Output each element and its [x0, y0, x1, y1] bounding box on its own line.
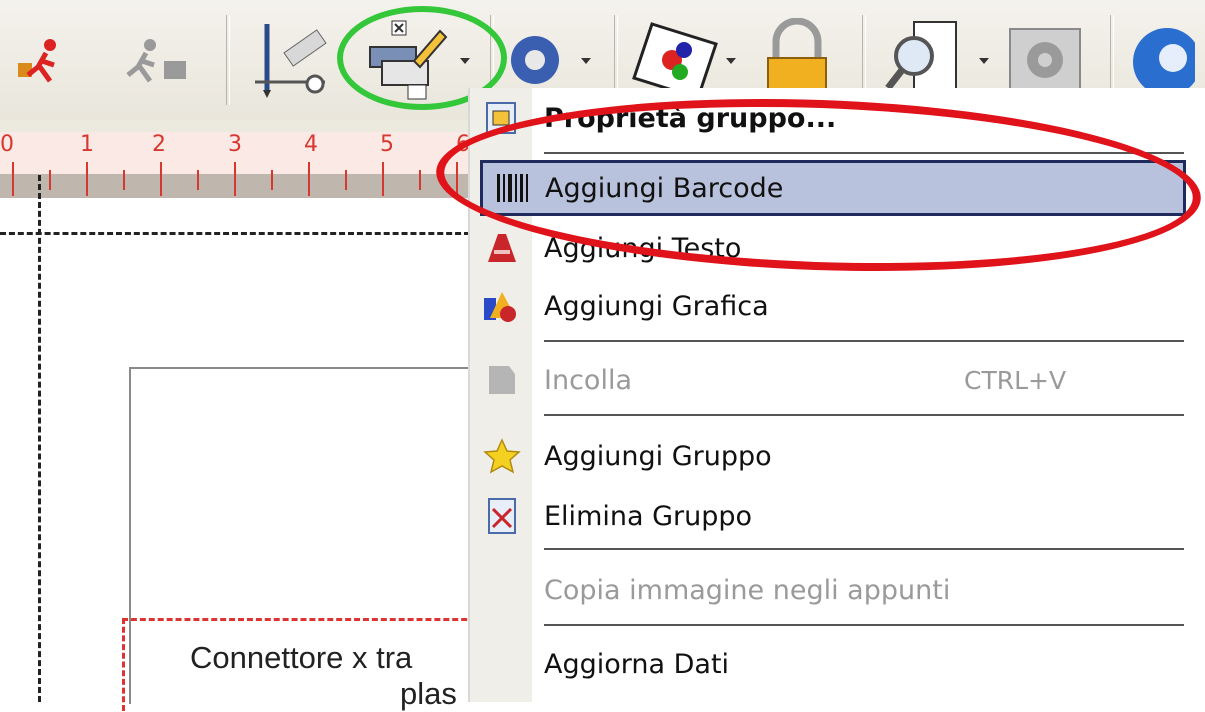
menu-icon-placeholder	[472, 562, 532, 618]
menu-separator	[544, 414, 1184, 416]
ruler-number: 5	[380, 132, 394, 157]
run-disabled-icon	[120, 15, 190, 105]
toolbar-separator	[226, 15, 230, 105]
menu-item-refresh-data[interactable]: Aggiorna Dati	[472, 636, 1187, 692]
menu-item-label: Incolla	[544, 364, 632, 396]
ruler-tick	[123, 170, 125, 190]
canvas-text-line2[interactable]: plas	[400, 676, 457, 712]
menu-item-add-graphic[interactable]: Aggiungi Grafica	[472, 278, 1187, 334]
margin-guide-horizontal	[0, 232, 470, 235]
menu-item-label: Aggiorna Dati	[544, 648, 730, 680]
ruler-number: 1	[80, 132, 94, 157]
ruler-number: 2	[152, 132, 166, 157]
menu-separator	[544, 548, 1184, 550]
graphic-shapes-icon	[472, 278, 532, 334]
ruler-tick	[49, 170, 51, 190]
menu-separator	[544, 340, 1184, 342]
ruler-number: 3	[228, 132, 242, 157]
menu-item-label: Aggiungi Gruppo	[544, 440, 772, 472]
menu-item-label: Aggiungi Grafica	[544, 290, 769, 322]
ruler-band	[0, 174, 480, 198]
ruler-tick	[197, 170, 199, 190]
chevron-down-icon[interactable]	[979, 58, 989, 64]
menu-item-label: Copia immagine negli appunti	[544, 574, 951, 606]
ruler-tick	[345, 170, 347, 190]
menu-separator	[544, 624, 1184, 626]
ruler-number: 0	[0, 132, 14, 157]
menu-item-paste: Incolla CTRL+V	[472, 352, 1187, 408]
chevron-down-icon[interactable]	[581, 58, 591, 64]
menu-item-add-group[interactable]: Aggiungi Gruppo	[472, 428, 1187, 484]
ruler-tick	[308, 162, 310, 196]
ruler-tick	[419, 170, 421, 190]
ruler-tick	[382, 162, 384, 196]
menu-item-label: Elimina Gruppo	[544, 500, 753, 532]
menu-item-delete-group[interactable]: Elimina Gruppo	[472, 488, 1187, 544]
design-tools-icon[interactable]	[245, 15, 335, 105]
ruler-tick	[160, 162, 162, 196]
menu-item-copy-image: Copia immagine negli appunti	[472, 562, 1187, 618]
canvas-text-line1[interactable]: Connettore x tra	[190, 640, 412, 676]
ruler-tick	[12, 162, 14, 196]
ruler-tick	[86, 162, 88, 196]
paste-icon	[472, 352, 532, 408]
ruler-tick	[234, 162, 236, 196]
delete-group-icon	[472, 488, 532, 544]
run-icon[interactable]	[16, 15, 66, 105]
margin-guide-vertical	[38, 175, 41, 702]
menu-item-shortcut: CTRL+V	[964, 365, 1067, 395]
ruler-number: 4	[304, 132, 318, 157]
chevron-down-icon[interactable]	[726, 58, 736, 64]
ruler-tick	[271, 170, 273, 190]
menu-icon-placeholder	[472, 636, 532, 692]
star-icon	[472, 428, 532, 484]
